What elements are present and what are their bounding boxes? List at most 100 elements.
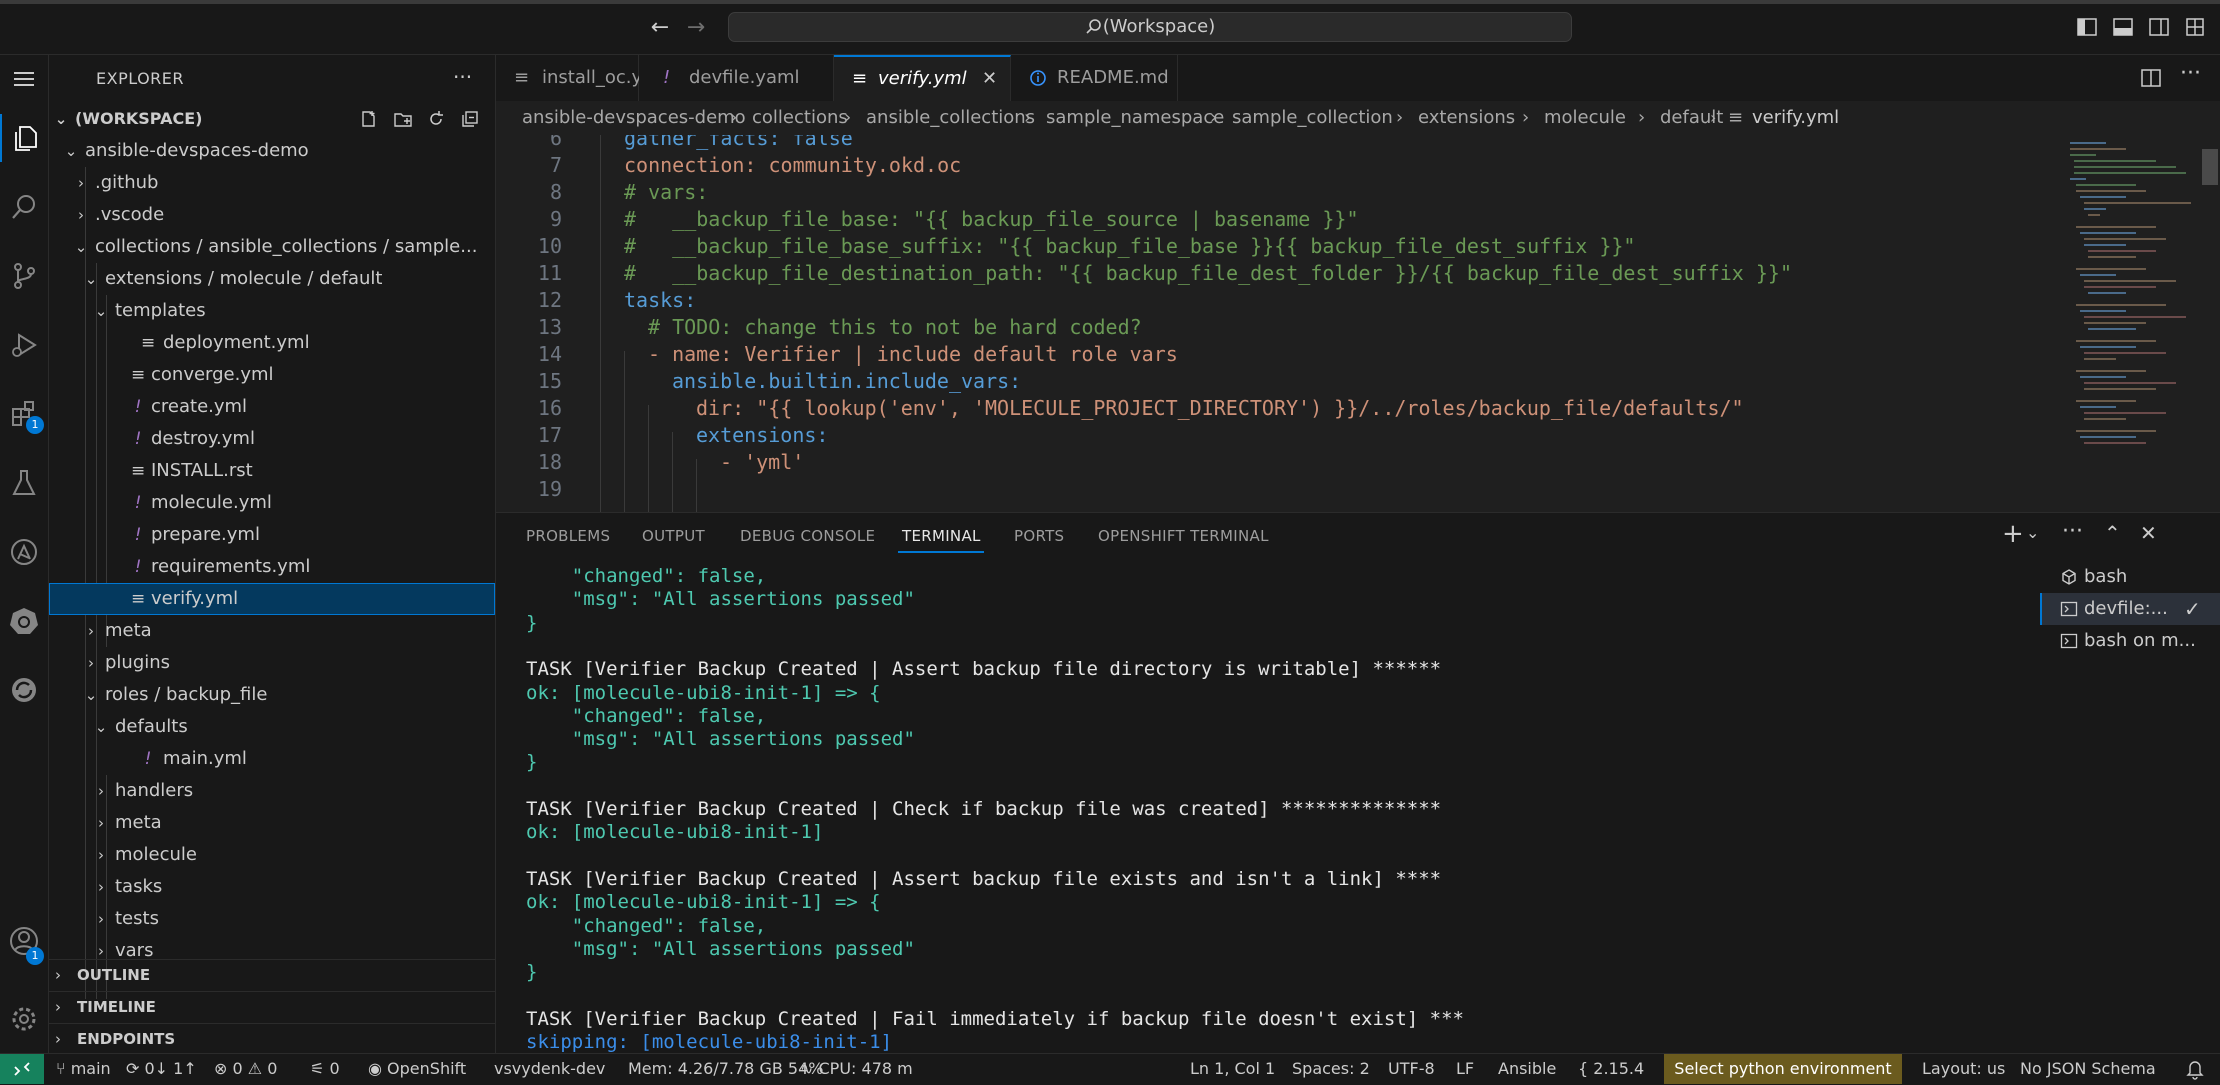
- tree-folder-templates[interactable]: ⌄ templates: [49, 295, 495, 327]
- tree-file-prepare[interactable]: ! prepare.yml: [49, 519, 495, 551]
- toggle-primary-sidebar-icon[interactable]: [2076, 16, 2098, 38]
- maximize-panel-icon[interactable]: ⌃: [2104, 521, 2121, 545]
- close-icon[interactable]: ✕: [982, 57, 997, 101]
- tree-folder-roles-backup-file[interactable]: ⌄ roles / backup_file: [49, 679, 495, 711]
- run-debug-icon[interactable]: [0, 321, 48, 369]
- timeline-section[interactable]: › TIMELINE: [49, 991, 495, 1022]
- problems-status[interactable]: ⊗ 0 ⚠ 0: [214, 1054, 277, 1084]
- tab-openshift-terminal[interactable]: OPENSHIFT TERMINAL: [1098, 527, 1269, 545]
- manage-gear-icon[interactable]: [0, 995, 48, 1043]
- tree-file-main[interactable]: ! main.yml: [49, 743, 495, 775]
- menu-icon[interactable]: [0, 55, 48, 103]
- command-center-search[interactable]: (Workspace): [728, 12, 1572, 42]
- collapse-all-icon[interactable]: [461, 110, 479, 128]
- kubernetes-icon[interactable]: [0, 597, 48, 645]
- new-folder-icon[interactable]: [393, 110, 413, 128]
- forward-arrow-icon[interactable]: →: [682, 14, 710, 42]
- source-control-icon[interactable]: [0, 252, 48, 300]
- search-icon[interactable]: [0, 183, 48, 231]
- workspace-root[interactable]: ⌄ (WORKSPACE): [49, 103, 495, 135]
- openshift-icon[interactable]: [0, 666, 48, 714]
- explorer-icon[interactable]: [0, 114, 50, 162]
- tree-file-deployment[interactable]: ≡ deployment.yml: [49, 327, 495, 359]
- sync-status[interactable]: ⟳ 0↓ 1↑: [126, 1054, 197, 1084]
- terminal-item-devfile[interactable]: devfile:... ✓: [2040, 593, 2220, 625]
- tree-folder-role-meta[interactable]: › meta: [49, 807, 495, 839]
- editor-scrollbar[interactable]: [2200, 135, 2220, 512]
- new-file-icon[interactable]: [359, 110, 377, 128]
- more-actions-icon[interactable]: ···: [2062, 519, 2083, 544]
- tree-folder-meta[interactable]: › meta: [49, 615, 495, 647]
- tab-terminal[interactable]: TERMINAL: [902, 527, 981, 545]
- tree-file-molecule[interactable]: ! molecule.yml: [49, 487, 495, 519]
- tree-folder-tests[interactable]: › tests: [49, 903, 495, 935]
- tab-install-oc[interactable]: ≡ install_oc.yml: [496, 55, 665, 101]
- terminal-output[interactable]: "changed": false, "msg": "All assertions…: [526, 565, 2006, 1054]
- tab-readme[interactable]: README.md: [1011, 55, 1178, 101]
- openshift-status[interactable]: ◉ OpenShift: [368, 1054, 466, 1084]
- ansible-version-status[interactable]: { 2.15.4: [1578, 1054, 1644, 1084]
- terminal-item-bash[interactable]: bash: [2040, 561, 2220, 593]
- outline-section[interactable]: › OUTLINE: [49, 959, 495, 990]
- tree-folder-handlers[interactable]: › handlers: [49, 775, 495, 807]
- tree-file-install-rst[interactable]: ≡ INSTALL.rst: [49, 455, 495, 487]
- notifications-bell-icon[interactable]: [2186, 1054, 2204, 1084]
- tree-file-verify[interactable]: ≡ verify.yml: [49, 583, 495, 615]
- tree-file-create[interactable]: ! create.yml: [49, 391, 495, 423]
- tab-ports[interactable]: PORTS: [1014, 527, 1064, 545]
- more-actions-icon[interactable]: ···: [453, 65, 472, 89]
- tab-output[interactable]: OUTPUT: [642, 527, 705, 545]
- tree-folder-collections[interactable]: ⌄ collections / ansible_collections / sam…: [49, 231, 495, 263]
- keyboard-layout-status[interactable]: Layout: us: [1922, 1054, 2005, 1084]
- tree-folder-vscode[interactable]: › .vscode: [49, 199, 495, 231]
- back-arrow-icon[interactable]: ←: [646, 14, 674, 42]
- toggle-secondary-sidebar-icon[interactable]: [2148, 16, 2170, 38]
- python-env-button[interactable]: Select python environment: [1664, 1054, 1902, 1084]
- branch-status[interactable]: ⑂ main: [56, 1054, 111, 1084]
- language-status[interactable]: Ansible: [1498, 1054, 1556, 1084]
- tab-debug-console[interactable]: DEBUG CONSOLE: [740, 527, 875, 545]
- tree-folder-extensions-molecule-default[interactable]: ⌄ extensions / molecule / default: [49, 263, 495, 295]
- refresh-icon[interactable]: [427, 110, 445, 128]
- breadcrumb-item[interactable]: molecule: [1544, 101, 1626, 135]
- tree-folder-ansible-devspaces-demo[interactable]: ⌄ ansible-devspaces-demo: [49, 135, 495, 167]
- extensions-icon[interactable]: 1: [0, 390, 48, 438]
- breadcrumb-item[interactable]: collections: [752, 101, 848, 135]
- breadcrumb-item[interactable]: verify.yml: [1752, 101, 1839, 135]
- scrollbar-thumb[interactable]: [2202, 149, 2218, 185]
- eol-status[interactable]: LF: [1456, 1054, 1474, 1084]
- endpoints-section[interactable]: › ENDPOINTS: [49, 1023, 495, 1054]
- cursor-position[interactable]: Ln 1, Col 1: [1190, 1054, 1275, 1084]
- toggle-panel-icon[interactable]: [2112, 16, 2134, 38]
- tab-devfile[interactable]: ! devfile.yaml: [639, 55, 834, 101]
- close-panel-icon[interactable]: ✕: [2140, 521, 2157, 545]
- breadcrumb-item[interactable]: sample_collection: [1232, 101, 1393, 135]
- breadcrumb-item[interactable]: extensions: [1418, 101, 1515, 135]
- ports-status[interactable]: ⚟ 0: [310, 1054, 340, 1084]
- tree-file-destroy[interactable]: ! destroy.yml: [49, 423, 495, 455]
- breadcrumb-item[interactable]: ansible_collections: [866, 101, 1035, 135]
- tree-folder-defaults[interactable]: ⌄ defaults: [49, 711, 495, 743]
- chevron-down-icon[interactable]: ⌄: [2026, 523, 2039, 542]
- new-terminal-plus-icon[interactable]: +: [2002, 519, 2024, 549]
- encoding-status[interactable]: UTF-8: [1388, 1054, 1435, 1084]
- tree-folder-github[interactable]: › .github: [49, 167, 495, 199]
- split-editor-icon[interactable]: [2140, 67, 2162, 89]
- accounts-icon[interactable]: 1: [0, 917, 48, 965]
- ansible-icon[interactable]: [0, 528, 48, 576]
- tree-file-converge[interactable]: ≡ converge.yml: [49, 359, 495, 391]
- minimap[interactable]: [2066, 135, 2196, 512]
- testing-icon[interactable]: [0, 459, 48, 507]
- tree-folder-plugins[interactable]: › plugins: [49, 647, 495, 679]
- breadcrumb-item[interactable]: sample_namespace: [1046, 101, 1224, 135]
- remote-indicator[interactable]: [0, 1054, 44, 1084]
- more-actions-icon[interactable]: ···: [2180, 61, 2201, 86]
- namespace-status[interactable]: vsvydenk-dev: [494, 1054, 605, 1084]
- tab-verify[interactable]: ≡ verify.yml ✕: [834, 55, 1011, 101]
- tab-problems[interactable]: PROBLEMS: [526, 527, 610, 545]
- tree-file-requirements[interactable]: ! requirements.yml: [49, 551, 495, 583]
- terminal-item-bash-on[interactable]: bash on m...: [2040, 625, 2220, 657]
- tree-folder-tasks[interactable]: › tasks: [49, 871, 495, 903]
- json-schema-status[interactable]: No JSON Schema: [2020, 1054, 2156, 1084]
- code-editor[interactable]: 6 gather_facts: false 7 connection: commun…: [496, 135, 2056, 512]
